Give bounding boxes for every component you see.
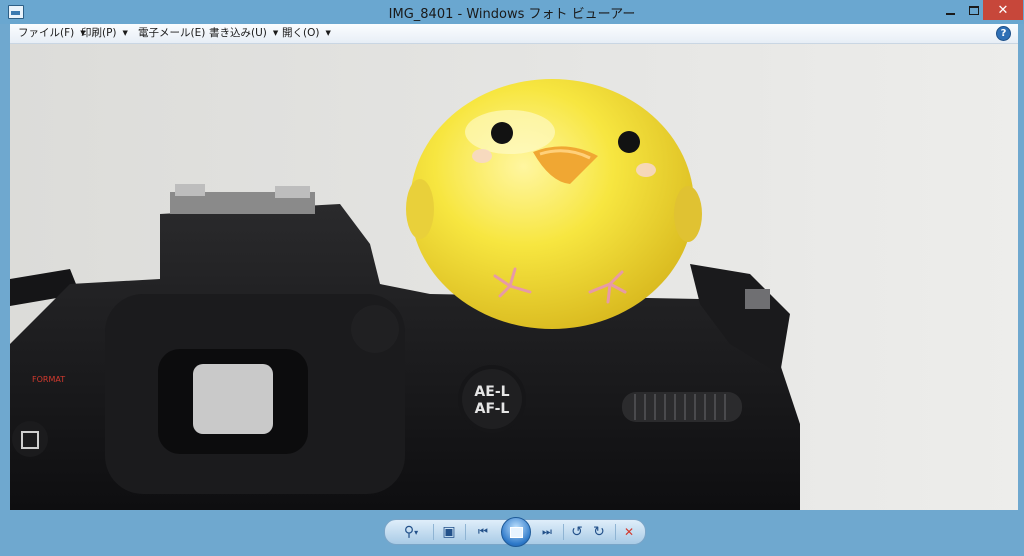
rotate-cw-icon: ↻ bbox=[593, 524, 605, 540]
slideshow-icon bbox=[509, 526, 523, 538]
af-l-label: AF-L bbox=[475, 401, 510, 417]
previous-icon: ⏮ bbox=[478, 525, 488, 538]
rotate-cw-button[interactable]: ↻ bbox=[589, 523, 609, 541]
magnifier-icon: ⚲ bbox=[403, 524, 415, 540]
chevron-down-icon: ▾ bbox=[414, 527, 419, 537]
next-icon: ⏭ bbox=[542, 525, 552, 538]
photo-image: AE-L AF-L FORMAT bbox=[10, 44, 1018, 510]
toolbar-divider bbox=[615, 524, 616, 540]
rotate-ccw-button[interactable]: ↺ bbox=[567, 523, 587, 541]
actual-size-icon: ▣ bbox=[442, 524, 456, 540]
delete-icon: ✕ bbox=[623, 525, 635, 539]
menu-file[interactable]: ファイル(F) ▼ bbox=[18, 26, 86, 41]
menu-file-label: ファイル(F) bbox=[18, 27, 75, 39]
menu-email-label: 電子メール(E) bbox=[138, 27, 206, 39]
toolbar-divider bbox=[563, 524, 564, 540]
photo-canvas[interactable]: AE-L AF-L FORMAT bbox=[10, 44, 1018, 510]
zoom-button[interactable]: ⚲ ▾ bbox=[397, 523, 425, 541]
dropdown-caret-icon: ▼ bbox=[272, 29, 279, 37]
help-icon[interactable]: ? bbox=[996, 26, 1011, 41]
toolbar-divider bbox=[465, 524, 466, 540]
window-title: IMG_8401 - Windows フォト ビューアー bbox=[388, 7, 636, 22]
dropdown-caret-icon: ▼ bbox=[122, 29, 128, 37]
menu-burn[interactable]: 書き込み(U) ▼ bbox=[209, 26, 278, 41]
slideshow-button[interactable] bbox=[501, 517, 531, 547]
title-bar[interactable]: IMG_8401 - Windows フォト ビューアー ✕ bbox=[0, 0, 1024, 24]
maximize-icon bbox=[969, 5, 979, 15]
toolbar-divider bbox=[433, 524, 434, 540]
rotate-ccw-icon: ↺ bbox=[571, 524, 583, 540]
minimize-icon bbox=[945, 12, 955, 15]
menu-email[interactable]: 電子メール(E) bbox=[138, 26, 205, 41]
menu-print[interactable]: 印刷(P) ▼ bbox=[81, 26, 128, 41]
menu-open[interactable]: 開く(O) ▼ bbox=[282, 26, 331, 41]
menu-open-label: 開く(O) bbox=[282, 27, 320, 39]
menu-bar: ファイル(F) ▼ 印刷(P) ▼ 電子メール(E) 書き込み(U) ▼ 開く(O) ▼… bbox=[10, 24, 1018, 44]
menu-print-label: 印刷(P) bbox=[81, 27, 117, 39]
delete-button[interactable]: ✕ bbox=[619, 523, 639, 541]
format-label: FORMAT bbox=[32, 375, 65, 384]
close-button[interactable]: ✕ bbox=[983, 0, 1023, 20]
menu-burn-label: 書き込み(U) bbox=[209, 27, 267, 39]
navigation-toolbar: ⚲ ▾ ▣ ⏮ ⏭ ↺ ↻ ✕ bbox=[384, 517, 646, 547]
close-icon: ✕ bbox=[997, 2, 1009, 18]
next-button[interactable]: ⏭ bbox=[537, 523, 557, 541]
dropdown-caret-icon: ▼ bbox=[325, 29, 331, 37]
fit-window-button[interactable]: ▣ bbox=[439, 523, 459, 541]
ae-l-label: AE-L bbox=[474, 384, 509, 400]
previous-button[interactable]: ⏮ bbox=[473, 523, 493, 541]
